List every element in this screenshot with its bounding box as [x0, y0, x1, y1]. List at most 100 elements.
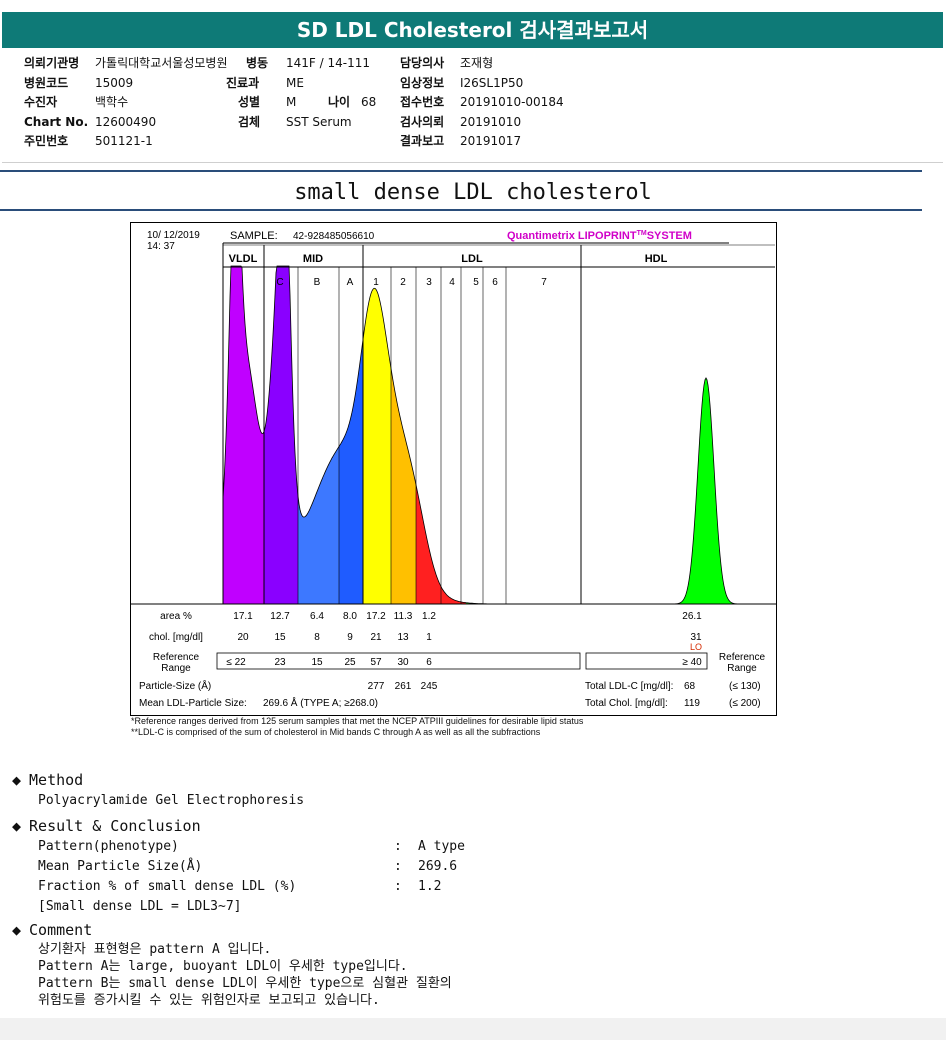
ref-value: 30: [397, 657, 409, 668]
row-label-ref1: Reference: [153, 652, 200, 663]
group-label-vldl: VLDL: [229, 253, 258, 265]
report-page: SD LDL Cholesterol 검사결과보고서 의뢰기관명 가톨릭대학교서…: [0, 0, 946, 1018]
sample-id: 42-928485056610: [293, 231, 375, 242]
age-value: 68: [361, 95, 377, 109]
row-label-ref-right1: Reference: [719, 652, 766, 663]
system-brand-text: Quantimetrix LIPOPRINT: [507, 230, 637, 242]
ward-label: 병동: [246, 56, 269, 70]
system-brand-sup: TM: [637, 230, 647, 237]
chart-notes: *Reference ranges derived from 125 serum…: [131, 716, 583, 738]
chart-no-label: Chart No.: [24, 115, 89, 129]
method-heading: ◆ Method: [12, 771, 83, 789]
department-value: ME: [286, 76, 304, 90]
section-rule-bottom: [0, 209, 922, 211]
comment-line-2: Pattern A는 large, buoyant LDL이 우세한 type입…: [38, 959, 408, 974]
institution-value: 가톨릭대학교서울성모병원: [95, 56, 228, 70]
diamond-bullet-icon: ◆: [12, 817, 22, 835]
area-value: 11.3: [394, 611, 413, 622]
chart-date: 10/ 12/2019: [147, 230, 200, 241]
total-chol-ref: (≤ 200): [729, 698, 761, 709]
request-value: 20191010: [460, 115, 522, 129]
curve-segment-hdl: [691, 378, 773, 604]
hospital-code-value: 15009: [95, 76, 134, 90]
result-label-2: Mean Particle Size(Å): [38, 859, 203, 874]
rrn-label: 주민번호: [24, 134, 69, 148]
band-label-6: 6: [492, 277, 498, 288]
group-label-mid: MID: [303, 253, 323, 265]
patient-label: 수진자: [24, 95, 58, 109]
total-chol-value: 119: [684, 698, 700, 709]
chart-no-value: 12600490: [95, 115, 157, 129]
method-heading-text: Method: [29, 771, 84, 789]
row-label-area: area %: [160, 611, 192, 622]
result-value-3: 1.2: [418, 879, 442, 894]
hdl-area-value: 26.1: [682, 611, 702, 622]
row-label-particle: Particle-Size (Å): [139, 679, 211, 692]
result-colon-3: :: [394, 879, 402, 894]
chol-value: 15: [274, 632, 286, 643]
comment-line-3: Pattern B는 small dense LDL이 우세한 type으로 심…: [38, 976, 452, 991]
diamond-bullet-icon: ◆: [12, 921, 22, 939]
receipt-label: 접수번호: [400, 95, 445, 109]
section-title: small dense LDL cholesterol: [294, 180, 652, 205]
band-label-2: 2: [400, 277, 406, 288]
particle-size-value: 261: [395, 681, 412, 692]
hospital-code-label: 병원코드: [24, 76, 69, 90]
chart-time: 14: 37: [147, 241, 175, 252]
diamond-bullet-icon: ◆: [12, 771, 22, 789]
sample-label: SAMPLE:: [230, 230, 278, 242]
system-brand-tail: SYSTEM: [647, 230, 692, 242]
area-value: 17.1: [233, 611, 253, 622]
band-label-3: 3: [426, 277, 432, 288]
lipoprint-chart-svg: 10/ 12/2019 14: 37 SAMPLE: 42-9284850566…: [131, 230, 776, 709]
result-value-1: A type: [418, 839, 465, 854]
curve-segment-ldl-3: [441, 586, 466, 604]
area-value: 1.2: [422, 611, 436, 622]
result-label-3: Fraction % of small dense LDL (%): [38, 879, 297, 894]
curve-segment-ldl-1: [363, 288, 391, 604]
chol-value: 20: [237, 632, 249, 643]
department-label: 진료과: [226, 76, 260, 90]
curve-segment-mid-c: [264, 266, 298, 604]
ref-value: 15: [311, 657, 323, 668]
result-heading-text: Result & Conclusion: [29, 817, 201, 835]
row-label-ref2: Range: [161, 663, 191, 674]
system-brand: Quantimetrix LIPOPRINTTMSYSTEM: [507, 230, 692, 242]
values-table: area % 17.1 12.7 6.4 8.0 17.2 11.3 1.2 26.1 chol.…: [139, 611, 766, 709]
row-label-ref-right2: Range: [727, 663, 757, 674]
row-label-mean-size: Mean LDL-Particle Size:: [139, 698, 247, 709]
band-label-1: 1: [373, 277, 379, 288]
row-label-chol: chol. [mg/dl]: [149, 632, 203, 643]
area-value: 8.0: [343, 611, 357, 622]
group-label-ldl: LDL: [461, 253, 483, 265]
chol-value: 1: [426, 632, 432, 643]
sex-value: M: [286, 95, 297, 109]
total-ldl-value: 68: [684, 681, 696, 692]
total-chol-label: Total Chol. [mg/dl]:: [585, 698, 668, 709]
band-label-a: A: [347, 277, 354, 288]
patient-info-block: 의뢰기관명 가톨릭대학교서울성모병원 병동 141F / 14-111 담당의사…: [2, 52, 943, 163]
patient-value: 백학수: [95, 95, 129, 109]
group-labels: VLDL MID LDL HDL: [229, 253, 668, 265]
area-value: 12.7: [270, 611, 290, 622]
comment-heading-text: Comment: [29, 921, 93, 939]
ward-value: 141F / 14-111: [286, 56, 370, 70]
chol-value: 9: [347, 632, 353, 643]
receipt-value: 20191010-00184: [460, 95, 564, 109]
sex-label: 성별: [238, 95, 261, 109]
particle-size-value: 245: [421, 681, 438, 692]
method-text: Polyacrylamide Gel Electrophoresis: [38, 793, 305, 808]
doctor-value: 조재형: [460, 56, 494, 70]
age-label: 나이: [328, 95, 351, 109]
result-heading: ◆ Result & Conclusion: [12, 817, 201, 835]
chol-value: 21: [370, 632, 382, 643]
band-label-b: B: [314, 277, 321, 288]
area-value: 17.2: [366, 611, 386, 622]
ref-value: 25: [344, 657, 356, 668]
chart-curves: [223, 265, 773, 604]
ref-value: 23: [274, 657, 286, 668]
area-value: 6.4: [310, 611, 324, 622]
ref-value: 57: [370, 657, 382, 668]
chol-value: 8: [314, 632, 320, 643]
band-label-4: 4: [449, 277, 455, 288]
